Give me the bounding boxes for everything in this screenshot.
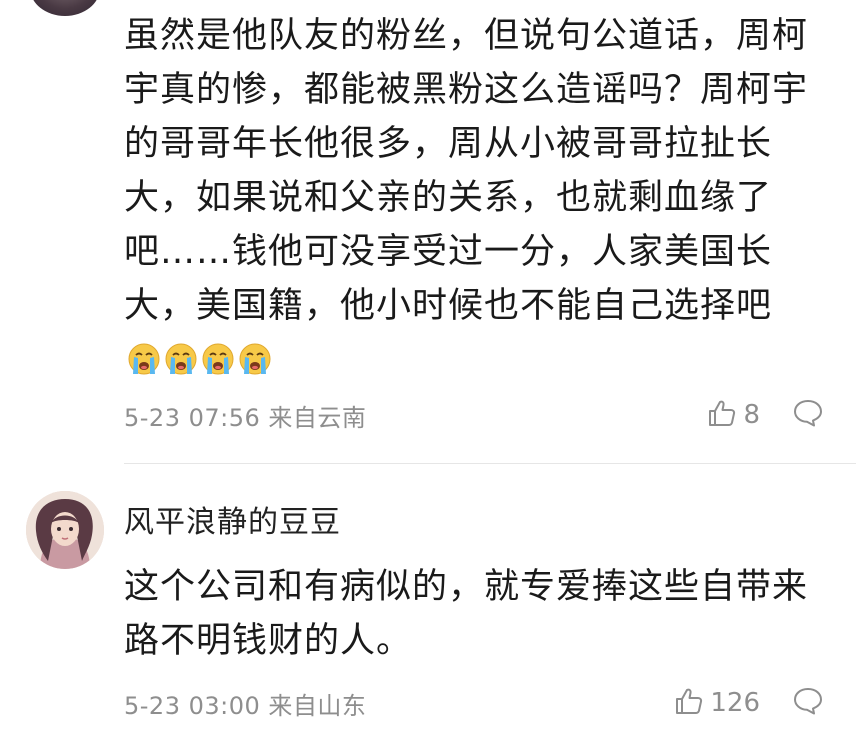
- like-count: 126: [710, 688, 760, 718]
- comment-item: 虽然是他队友的粉丝，但说句公道话，周柯宇真的惨，都能被黑粉这么造谣吗？周柯宇的哥…: [124, 0, 824, 387]
- comment-bubble-icon: [792, 398, 824, 432]
- reply-button[interactable]: [792, 398, 824, 432]
- comment-actions: 8: [707, 398, 824, 432]
- comment-text: 这个公司和有病似的，就专爱捧这些自带来路不明钱财的人。: [124, 567, 809, 661]
- comment-timestamp-location: 5-23 03:00 来自山东: [124, 691, 367, 720]
- divider: [124, 463, 856, 464]
- comment-actions: 126: [674, 686, 824, 720]
- cry-emoji: [163, 339, 199, 375]
- comment-bubble-icon: [792, 686, 824, 720]
- comment-timestamp-location: 5-23 07:56 来自云南: [124, 403, 367, 432]
- like-button[interactable]: 126: [674, 686, 760, 720]
- comment-text: 虽然是他队友的粉丝，但说句公道话，周柯宇真的惨，都能被黑粉这么造谣吗？周柯宇的哥…: [124, 9, 824, 387]
- thumbs-up-icon: [707, 398, 737, 432]
- cry-emoji: [200, 339, 236, 375]
- like-count: 8: [743, 400, 760, 430]
- emoji-group: [126, 339, 274, 375]
- avatar[interactable]: [26, 491, 104, 569]
- cry-emoji: [126, 339, 162, 375]
- comment-meta: 5-23 07:56 来自云南 8: [124, 395, 824, 435]
- username[interactable]: 风平浪静的豆豆: [124, 497, 341, 541]
- avatar[interactable]: [30, 0, 100, 16]
- thumbs-up-icon: [674, 686, 704, 720]
- reply-button[interactable]: [792, 686, 824, 720]
- comment-meta: 5-23 03:00 来自山东 126: [124, 683, 824, 723]
- comment-item: 这个公司和有病似的，就专爱捧这些自带来路不明钱财的人。: [124, 560, 824, 668]
- cry-emoji: [237, 339, 273, 375]
- like-button[interactable]: 8: [707, 398, 760, 432]
